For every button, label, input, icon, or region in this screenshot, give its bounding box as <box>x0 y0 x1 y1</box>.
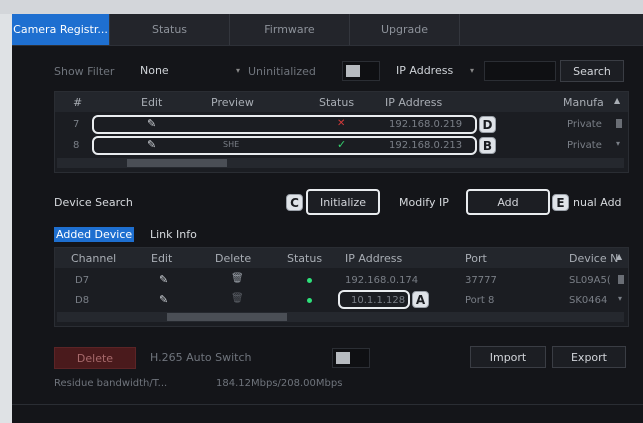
manual-add-button[interactable]: nual Add <box>573 196 622 209</box>
residue-bandwidth-label: Residue bandwidth/T... <box>54 378 168 389</box>
row-device-name: SL09A5( <box>569 275 611 286</box>
edit-pencil-icon[interactable]: ✎ <box>159 293 168 306</box>
column-header-port: Port <box>465 252 487 265</box>
search-button[interactable]: Search <box>560 60 624 82</box>
highlight-row-8 <box>92 136 477 155</box>
column-header-device-name: Device N <box>569 252 619 265</box>
edit-pencil-icon[interactable]: ✎ <box>159 273 168 286</box>
uninitialized-toggle[interactable] <box>342 61 380 81</box>
callout-d: D <box>479 116 496 133</box>
trash-icon[interactable]: 🗑 <box>231 293 244 304</box>
import-button[interactable]: Import <box>470 346 546 368</box>
chevron-down-icon: ▾ <box>235 66 240 75</box>
status-online-dot <box>307 298 312 303</box>
callout-c: C <box>286 194 303 211</box>
row-number: 7 <box>73 119 80 130</box>
scroll-down-icon[interactable]: ▾ <box>618 294 622 303</box>
add-button[interactable]: Add <box>466 189 550 215</box>
column-header-status: Status <box>287 252 323 265</box>
table-header-row <box>55 248 628 268</box>
trash-icon[interactable]: 🗑 <box>231 273 244 284</box>
search-input[interactable] <box>484 61 556 81</box>
show-filter-label: Show Filter <box>54 65 115 78</box>
uninitialized-label: Uninitialized <box>248 65 316 78</box>
h265-auto-switch-label: H.265 Auto Switch <box>150 351 252 364</box>
column-header-edit: Edit <box>141 96 163 109</box>
row-number: 8 <box>73 140 80 151</box>
highlight-row-7 <box>92 115 477 134</box>
column-header-edit: Edit <box>151 252 173 265</box>
column-header-number: # <box>73 96 83 109</box>
show-filter-select[interactable]: None ▾ <box>136 62 244 82</box>
export-button[interactable]: Export <box>552 346 626 368</box>
modify-ip-button[interactable]: Modify IP <box>399 196 449 209</box>
callout-e: E <box>552 194 569 211</box>
column-header-status: Status <box>319 96 355 109</box>
sort-icon: ▲ <box>614 96 621 105</box>
toggle-knob <box>346 65 360 77</box>
show-filter-value: None <box>140 64 169 77</box>
scroll-down-icon[interactable]: ▾ <box>616 139 620 148</box>
row-channel: D7 <box>75 275 90 286</box>
h265-auto-switch-toggle[interactable] <box>332 348 370 368</box>
sort-icon: ▲ <box>616 252 623 261</box>
camera-registration-panel: Camera Registr... Status Firmware Upgrad… <box>12 14 643 423</box>
row-device-name: SK0464 <box>569 295 608 306</box>
added-device-table: Channel Edit Delete Status IP Address Po… <box>54 247 629 327</box>
top-strip <box>0 0 643 14</box>
column-header-ip-address: IP Address <box>345 252 403 265</box>
tab-firmware[interactable]: Firmware <box>230 14 350 45</box>
tab-camera-registration[interactable]: Camera Registr... <box>12 14 110 45</box>
tab-upgrade[interactable]: Upgrade <box>350 14 460 45</box>
scroll-marker <box>616 119 622 128</box>
callout-b: B <box>479 137 496 154</box>
column-header-delete: Delete <box>215 252 252 265</box>
chevron-down-icon: ▾ <box>469 66 474 75</box>
row-manufacturer: Private <box>567 119 602 130</box>
scrollbar-thumb[interactable] <box>127 159 227 167</box>
device-search-label: Device Search <box>54 196 133 209</box>
divider <box>12 404 643 405</box>
toggle-knob <box>336 352 350 364</box>
row-manufacturer: Private <box>567 140 602 151</box>
ip-address-select-value: IP Address <box>396 64 454 77</box>
scroll-marker <box>618 275 624 284</box>
tab-link-info[interactable]: Link Info <box>150 228 197 241</box>
row-port: Port 8 <box>465 295 495 306</box>
highlight-ip-address <box>338 290 410 309</box>
window-frame: Camera Registr... Status Firmware Upgrad… <box>0 0 643 423</box>
tab-bar: Camera Registr... Status Firmware Upgrad… <box>12 14 643 46</box>
row-port: 37777 <box>465 275 497 286</box>
scrollbar-thumb[interactable] <box>167 313 287 321</box>
horizontal-scrollbar[interactable] <box>57 158 624 168</box>
tab-added-device[interactable]: Added Device <box>54 227 135 242</box>
horizontal-scrollbar[interactable] <box>57 312 624 322</box>
column-header-channel: Channel <box>71 252 117 265</box>
row-channel: D8 <box>75 295 90 306</box>
residue-bandwidth-value: 184.12Mbps/208.00Mbps <box>216 378 343 389</box>
status-online-dot <box>307 278 312 283</box>
column-header-manufacturer: Manufa <box>563 96 604 109</box>
tab-status[interactable]: Status <box>110 14 230 45</box>
callout-a: A <box>412 291 429 308</box>
initialize-button[interactable]: Initialize <box>306 189 380 215</box>
row-ip-address: 192.168.0.174 <box>345 275 419 286</box>
column-header-ip-address: IP Address <box>385 96 443 109</box>
column-header-preview: Preview <box>211 96 254 109</box>
left-strip <box>0 14 12 423</box>
delete-button[interactable]: Delete <box>54 347 136 369</box>
ip-address-select[interactable]: IP Address ▾ <box>392 62 478 82</box>
